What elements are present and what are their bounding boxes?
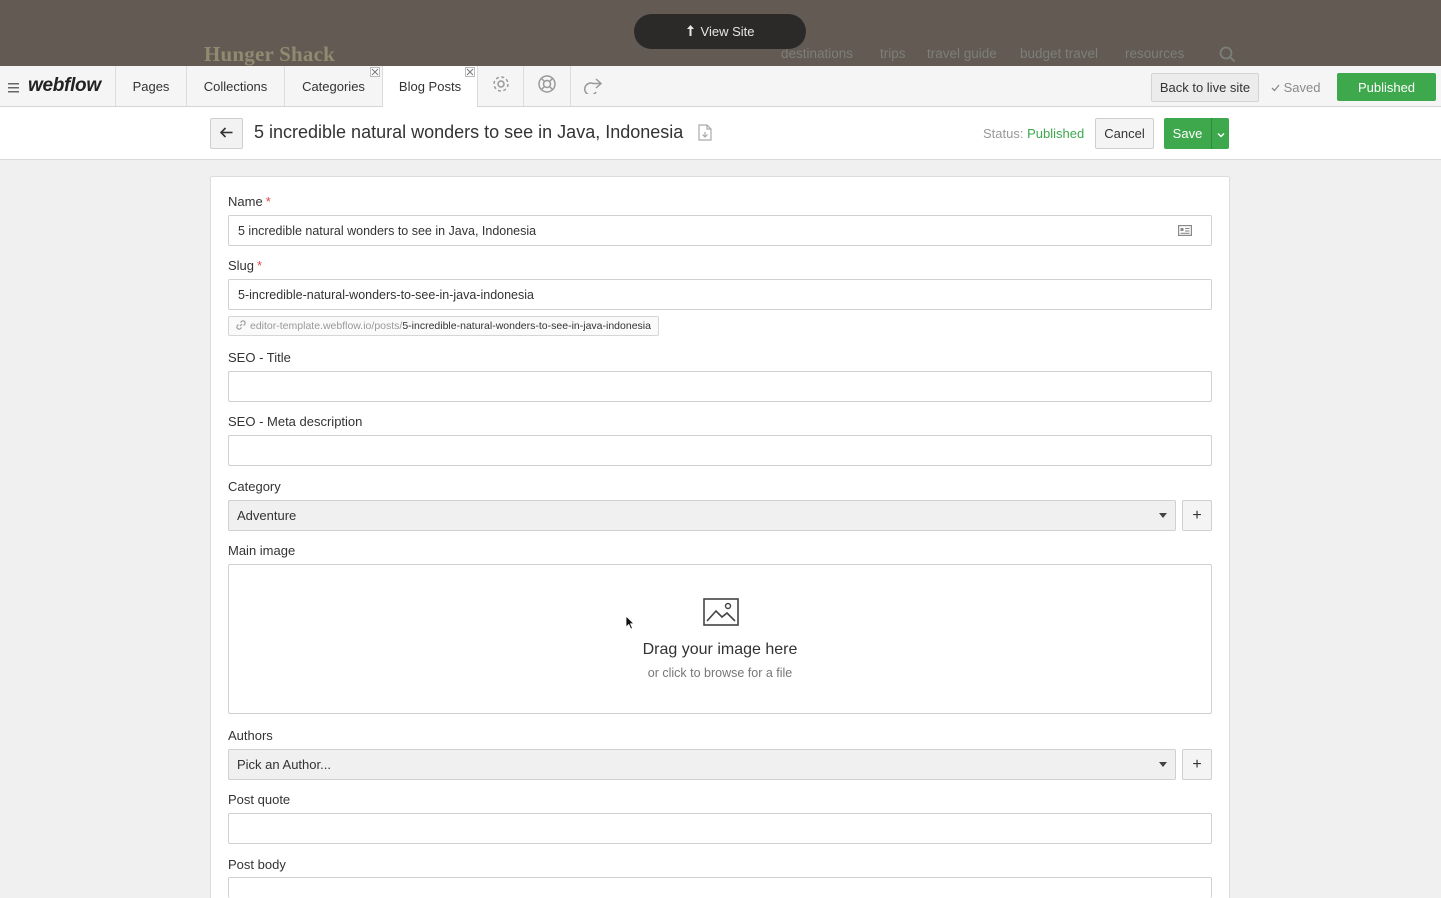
save-button[interactable]: Save bbox=[1164, 118, 1211, 149]
required-marker: * bbox=[265, 194, 271, 209]
link-icon bbox=[236, 319, 246, 333]
close-icon[interactable] bbox=[370, 67, 380, 77]
search-icon[interactable] bbox=[1219, 46, 1236, 68]
back-to-live-site-button[interactable]: Back to live site bbox=[1151, 73, 1259, 102]
tab-label: Pages bbox=[132, 78, 170, 94]
site-nav-travel-guide[interactable]: travel guide bbox=[927, 46, 997, 61]
check-icon bbox=[1271, 80, 1284, 95]
main-image-label: Main image bbox=[228, 543, 296, 558]
status-label: Status: bbox=[983, 126, 1024, 141]
tab-label: Collections bbox=[203, 78, 268, 94]
arrow-left-icon bbox=[219, 125, 233, 143]
dropzone-subtitle[interactable]: or click to browse for a file bbox=[229, 666, 1211, 680]
category-select[interactable]: Adventure bbox=[228, 500, 1176, 531]
view-site-button[interactable]: View Site bbox=[634, 14, 806, 49]
editor-toolbar: webflow Pages Collections Categories Blo… bbox=[0, 66, 1441, 107]
status-value: Published bbox=[1027, 126, 1085, 141]
field-label: Name bbox=[228, 194, 263, 209]
back-button[interactable] bbox=[210, 118, 243, 149]
required-marker: * bbox=[257, 258, 263, 273]
seo-title-label: SEO - Title bbox=[228, 350, 291, 365]
tab-categories[interactable]: Categories bbox=[284, 66, 382, 106]
authors-label: Authors bbox=[228, 728, 273, 743]
mouse-cursor-icon bbox=[625, 615, 635, 635]
authors-select[interactable]: Pick an Author... bbox=[228, 749, 1176, 780]
seo-meta-label: SEO - Meta description bbox=[228, 414, 363, 429]
chevron-down-icon bbox=[1217, 125, 1225, 143]
share-icon bbox=[584, 74, 604, 99]
tab-label: Blog Posts bbox=[398, 79, 462, 94]
authors-value: Pick an Author... bbox=[237, 757, 331, 772]
name-label: Name * bbox=[228, 194, 271, 209]
seo-title-input[interactable] bbox=[228, 371, 1212, 402]
site-nav-budget-travel[interactable]: budget travel bbox=[1020, 46, 1098, 61]
slug-value: 5-incredible-natural-wonders-to-see-in-j… bbox=[238, 287, 534, 302]
seo-meta-input[interactable] bbox=[228, 435, 1212, 466]
webflow-logo: webflow bbox=[28, 75, 101, 96]
caret-down-icon bbox=[1159, 513, 1167, 518]
dropzone-title: Drag your image here bbox=[642, 641, 798, 658]
post-quote-input[interactable] bbox=[228, 813, 1212, 844]
url-base: editor-template.webflow.io/posts/ bbox=[250, 320, 403, 332]
category-value: Adventure bbox=[237, 508, 297, 523]
site-logo: Hunger Shack bbox=[204, 42, 335, 66]
slug-url-preview[interactable]: editor-template.webflow.io/posts/5-incre… bbox=[228, 316, 659, 336]
saved-indicator: Saved bbox=[1271, 80, 1321, 95]
item-header: 5 incredible natural wonders to see in J… bbox=[0, 107, 1441, 160]
site-nav-trips[interactable]: trips bbox=[880, 46, 906, 61]
close-icon[interactable] bbox=[465, 67, 475, 77]
post-body-editor[interactable] bbox=[228, 877, 1212, 898]
help-icon bbox=[537, 74, 557, 99]
url-slug: 5-incredible-natural-wonders-to-see-in-j… bbox=[402, 320, 651, 332]
image-icon bbox=[703, 598, 739, 631]
site-nav-resources[interactable]: resources bbox=[1125, 46, 1184, 61]
card-icon[interactable] bbox=[1178, 225, 1193, 239]
view-site-label: View Site bbox=[700, 24, 755, 39]
help-tab[interactable] bbox=[523, 66, 570, 106]
field-label: Slug bbox=[228, 258, 255, 273]
slug-label: Slug * bbox=[228, 258, 262, 273]
post-quote-label: Post quote bbox=[228, 792, 291, 807]
site-preview-bar: Hunger Shack destinations trips travel g… bbox=[0, 0, 1441, 66]
post-body-label: Post body bbox=[228, 857, 286, 872]
main-image-dropzone[interactable]: Drag your image here or click to browse … bbox=[228, 564, 1212, 714]
settings-tab[interactable] bbox=[477, 66, 524, 106]
menu-icon[interactable] bbox=[8, 80, 19, 98]
cancel-button[interactable]: Cancel bbox=[1095, 118, 1154, 149]
saved-label: Saved bbox=[1283, 80, 1321, 95]
pointer-up-icon bbox=[686, 24, 695, 39]
tab-label: Categories bbox=[302, 78, 365, 94]
item-status: Status: Published bbox=[983, 126, 1084, 141]
published-button[interactable]: Published bbox=[1337, 73, 1436, 101]
add-author-button[interactable]: + bbox=[1182, 749, 1212, 780]
name-value: 5 incredible natural wonders to see in J… bbox=[238, 223, 537, 238]
item-title: 5 incredible natural wonders to see in J… bbox=[254, 122, 684, 142]
tab-collections[interactable]: Collections bbox=[186, 66, 284, 106]
add-category-button[interactable]: + bbox=[1182, 500, 1212, 531]
document-icon[interactable] bbox=[698, 124, 712, 146]
tab-pages[interactable]: Pages bbox=[115, 66, 186, 106]
gear-icon bbox=[491, 74, 511, 99]
name-input[interactable]: 5 incredible natural wonders to see in J… bbox=[228, 215, 1212, 246]
share-tab[interactable] bbox=[570, 66, 617, 106]
caret-down-icon bbox=[1159, 762, 1167, 767]
save-options-button[interactable] bbox=[1211, 118, 1229, 149]
slug-input[interactable]: 5-incredible-natural-wonders-to-see-in-j… bbox=[228, 279, 1212, 310]
category-label: Category bbox=[228, 479, 281, 494]
tab-blog-posts[interactable]: Blog Posts bbox=[382, 66, 477, 107]
